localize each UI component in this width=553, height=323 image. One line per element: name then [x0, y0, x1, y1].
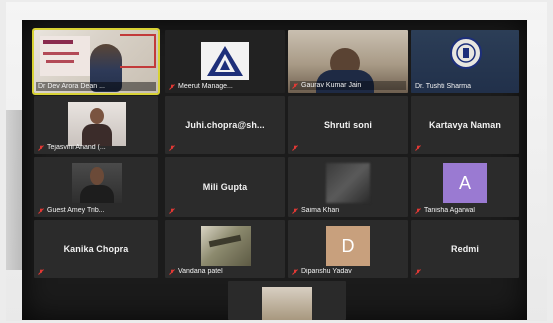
participant-name-bar: Dr. Tushti Sharma	[415, 83, 517, 90]
banner-text-line	[43, 52, 79, 55]
participant-name: Saima Khan	[301, 207, 340, 214]
participant-tile-tushti-sharma[interactable]: Dr. Tushti Sharma	[411, 30, 519, 93]
muted-mic-icon	[169, 208, 175, 214]
participant-tile-kartavya-naman[interactable]: Kartavya Naman	[411, 96, 519, 154]
participant-name: Dr. Tushti Sharma	[415, 83, 472, 90]
muted-mic-icon	[292, 268, 298, 275]
participant-tile-guest-amey[interactable]: Guest Amey Trib...	[34, 157, 158, 217]
banner-text-line	[46, 60, 74, 63]
participant-name: Vandana patel	[178, 268, 223, 275]
participant-name-bar	[292, 145, 406, 151]
muted-mic-icon	[38, 207, 44, 214]
participant-tile-kanika-chopra[interactable]: Kanika Chopra	[34, 220, 158, 278]
participant-name-bar: Dr Dev Arora Dean ...	[36, 82, 156, 91]
participant-display-name: Kanika Chopra	[63, 244, 129, 254]
participant-video	[262, 287, 312, 320]
participant-name-bar	[415, 145, 517, 151]
muted-mic-icon	[169, 145, 175, 151]
participant-tile-dipanshu-yadav[interactable]: D Dipanshu Yadav	[288, 220, 408, 278]
participant-name-bar: Saima Khan	[292, 207, 406, 214]
institute-logo	[207, 46, 243, 76]
participant-tile-redmi[interactable]: Redmi	[411, 220, 519, 278]
participant-tile-gaurav-jain[interactable]: Gaurav Kumar Jain	[288, 30, 408, 93]
muted-mic-icon	[415, 145, 421, 151]
person-head	[90, 108, 104, 124]
participant-display-name: Mili Gupta	[202, 182, 248, 192]
muted-mic-icon	[292, 82, 298, 89]
participant-tile-saima-khan[interactable]: Saima Khan	[288, 157, 408, 217]
participant-name: Guest Amey Trib...	[47, 207, 105, 214]
meeting-gallery-view: Dr Dev Arora Dean ... Meerut Manage... G…	[22, 20, 527, 320]
person-body	[80, 185, 114, 203]
participant-tile-dev-arora[interactable]: Dr Dev Arora Dean ...	[32, 28, 160, 95]
participant-name-bar: Guest Amey Trib...	[38, 207, 156, 214]
participant-display-name: Juhi.chopra@sh...	[185, 120, 265, 130]
participant-name: Dr Dev Arora Dean ...	[38, 83, 105, 90]
muted-mic-icon	[415, 207, 421, 214]
muted-mic-icon	[292, 145, 298, 151]
muted-mic-icon	[169, 83, 175, 90]
participant-tile-mili-gupta[interactable]: Mili Gupta	[165, 157, 285, 217]
participant-name-bar: Meerut Manage...	[169, 83, 283, 90]
participant-tile-tejasvini-anand[interactable]: Tejasvini Anand (...	[34, 96, 158, 154]
participant-name: Meerut Manage...	[178, 83, 233, 90]
participant-name: Tanisha Agarwal	[424, 207, 475, 214]
participant-name-bar: Tejasvini Anand (...	[38, 144, 156, 151]
participant-video	[326, 163, 370, 203]
participant-name: Gaurav Kumar Jain	[301, 82, 362, 89]
participant-tile-tanisha-agarwal[interactable]: A Tanisha Agarwal	[411, 157, 519, 217]
university-seal-icon	[450, 37, 482, 69]
avatar: A	[443, 163, 487, 203]
participant-display-name: Shruti soni	[323, 120, 373, 130]
frame-red-accent	[120, 34, 156, 68]
banner-text-line	[43, 40, 73, 44]
participant-name-bar	[415, 269, 517, 275]
participant-name-bar: Dipanshu Yadav	[292, 268, 406, 275]
muted-mic-icon	[292, 207, 298, 214]
participant-tile-vandana-patel[interactable]: Vandana patel	[165, 220, 285, 278]
muted-mic-icon	[38, 269, 44, 275]
muted-mic-icon	[169, 268, 175, 275]
participant-display-name: Redmi	[450, 244, 479, 254]
participant-tile-unnamed[interactable]	[228, 281, 346, 320]
participant-display-name: Kartavya Naman	[429, 120, 501, 130]
avatar-letter: A	[458, 172, 471, 193]
person-head	[90, 167, 104, 185]
muted-mic-icon	[38, 144, 44, 151]
participant-name-bar: Gaurav Kumar Jain	[290, 81, 406, 90]
participant-name-bar	[169, 145, 283, 151]
avatar-letter: D	[341, 235, 355, 256]
person-body	[82, 124, 112, 146]
participant-name-bar: Tanisha Agarwal	[415, 207, 517, 214]
participant-tile-juhi-chopra[interactable]: Juhi.chopra@sh...	[165, 96, 285, 154]
participant-video	[201, 226, 251, 266]
participant-name-bar: Vandana patel	[169, 268, 283, 275]
participant-tile-meerut-management[interactable]: Meerut Manage...	[165, 30, 285, 93]
participant-name: Tejasvini Anand (...	[47, 144, 106, 151]
participant-name-bar	[38, 269, 156, 275]
muted-mic-icon	[415, 269, 421, 275]
participant-tile-shruti-soni[interactable]: Shruti soni	[288, 96, 408, 154]
participant-name-bar	[169, 208, 283, 214]
participant-name: Dipanshu Yadav	[301, 268, 352, 275]
avatar: D	[326, 226, 370, 266]
